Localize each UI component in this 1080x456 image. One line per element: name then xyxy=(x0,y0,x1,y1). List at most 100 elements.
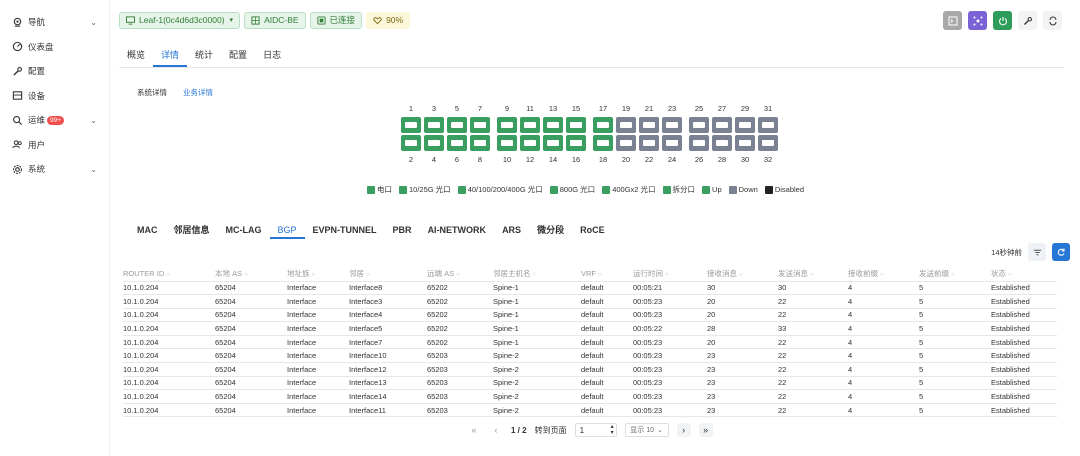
refresh-button[interactable] xyxy=(1052,243,1070,261)
column-header[interactable]: ROUTER ID ○ xyxy=(123,267,215,281)
port-20[interactable] xyxy=(616,135,636,151)
port-31[interactable] xyxy=(758,117,778,133)
port-24[interactable] xyxy=(662,135,682,151)
sort-icon[interactable]: ○ xyxy=(166,272,170,278)
port-2[interactable] xyxy=(401,135,421,151)
port-5[interactable] xyxy=(447,117,467,133)
tab-mc-lag[interactable]: MC-LAG xyxy=(218,221,270,239)
sidebar-item-config[interactable]: 配置 xyxy=(0,59,109,84)
tab-statistics[interactable]: 统计 xyxy=(187,44,221,67)
sort-icon[interactable]: ○ xyxy=(366,272,370,278)
sort-icon[interactable]: ○ xyxy=(880,272,884,278)
column-header[interactable]: 运行时间 ○ xyxy=(633,267,707,281)
column-header[interactable]: 邻居主机名 ↑ xyxy=(493,267,581,281)
port-23[interactable] xyxy=(662,117,682,133)
tab-mac[interactable]: MAC xyxy=(129,221,166,239)
port-1[interactable] xyxy=(401,117,421,133)
tab-ai-network[interactable]: AI-NETWORK xyxy=(420,221,495,239)
port-21[interactable] xyxy=(639,117,659,133)
sidebar-item-navigation[interactable]: 导航 ⌄ xyxy=(0,10,109,35)
table-row[interactable]: 10.1.0.204 65204 Interface Interface11 65203… xyxy=(123,402,1057,418)
port-18[interactable] xyxy=(593,135,613,151)
sidebar-item-users[interactable]: 用户 xyxy=(0,133,109,158)
tab-roce[interactable]: RoCE xyxy=(572,221,613,239)
sidebar-item-dashboard[interactable]: 仪表盘 xyxy=(0,35,109,60)
table-row[interactable]: 10.1.0.204 65204 Interface Interface7 65202 S… xyxy=(123,334,1057,349)
port-27[interactable] xyxy=(712,117,732,133)
table-row[interactable]: 10.1.0.204 65204 Interface Interface3 65202 S… xyxy=(123,294,1057,309)
port-6[interactable] xyxy=(447,135,467,151)
sidebar-item-devices[interactable]: 设备 xyxy=(0,84,109,109)
sort-icon[interactable]: ○ xyxy=(598,272,602,278)
sort-icon[interactable]: ○ xyxy=(244,272,248,278)
tab-details[interactable]: 详情 xyxy=(153,44,188,67)
port-11[interactable] xyxy=(520,117,540,133)
filter-button[interactable] xyxy=(1028,243,1046,261)
tab-micro-segment[interactable]: 微分段 xyxy=(529,221,572,239)
column-header[interactable]: 地址族 ○ xyxy=(287,267,349,281)
port-17[interactable] xyxy=(593,117,613,133)
column-header[interactable]: 发送消息 ○ xyxy=(778,267,848,281)
sort-icon[interactable]: ○ xyxy=(312,272,316,278)
port-3[interactable] xyxy=(424,117,444,133)
sidebar-item-system[interactable]: 系统 ⌄ xyxy=(0,157,109,182)
table-row[interactable]: 10.1.0.204 65204 Interface Interface8 65202 S… xyxy=(123,280,1057,295)
subtab-service-details[interactable]: 业务详情 xyxy=(177,85,219,100)
power-button[interactable] xyxy=(993,11,1012,30)
goto-page-input[interactable]: 1 ▴ ▾ xyxy=(574,423,617,437)
page-size-select[interactable]: 显示 10 ⌄ xyxy=(624,423,669,437)
last-page-button[interactable]: » xyxy=(698,423,713,437)
prev-page-button[interactable]: ‹ xyxy=(489,423,503,437)
sort-icon[interactable]: ○ xyxy=(456,272,460,278)
table-row[interactable]: 10.1.0.204 65204 Interface Interface5 65202 S… xyxy=(123,321,1057,336)
next-page-button[interactable]: › xyxy=(676,423,691,437)
column-header[interactable]: 发送前缀 ○ xyxy=(919,267,991,281)
table-row[interactable]: 10.1.0.204 65204 Interface Interface12 65203… xyxy=(123,362,1057,377)
port-29[interactable] xyxy=(735,117,755,133)
port-26[interactable] xyxy=(689,135,709,151)
sort-icon[interactable]: ↑ xyxy=(533,272,536,278)
table-row[interactable]: 10.1.0.204 65204 Interface Interface10 65203… xyxy=(123,348,1057,363)
sort-icon[interactable]: ○ xyxy=(1008,272,1012,278)
column-header[interactable]: 本地 AS ○ xyxy=(215,267,287,281)
table-row[interactable]: 10.1.0.204 65204 Interface Interface13 65203… xyxy=(123,375,1057,390)
port-28[interactable] xyxy=(712,135,732,151)
port-7[interactable] xyxy=(470,117,490,133)
tab-overview[interactable]: 概览 xyxy=(119,44,153,67)
column-header[interactable]: 接收消息 ○ xyxy=(707,267,778,281)
tab-evpn-tunnel[interactable]: EVPN-TUNNEL xyxy=(305,221,385,239)
sort-icon[interactable]: ○ xyxy=(665,272,669,278)
table-row[interactable]: 10.1.0.204 65204 Interface Interface14 65203… xyxy=(123,389,1057,404)
port-8[interactable] xyxy=(470,135,490,151)
tools-button[interactable] xyxy=(1018,11,1037,30)
column-header[interactable]: 接收前缀 ○ xyxy=(848,267,919,281)
port-32[interactable] xyxy=(758,135,778,151)
port-22[interactable] xyxy=(639,135,659,151)
tab-pbr[interactable]: PBR xyxy=(385,221,420,239)
tab-neighbors[interactable]: 邻居信息 xyxy=(166,221,218,239)
table-row[interactable]: 10.1.0.204 65204 Interface Interface4 65202 S… xyxy=(123,307,1057,322)
column-header[interactable]: 状态 ○ xyxy=(991,267,1057,281)
port-13[interactable] xyxy=(543,117,563,133)
tab-bgp[interactable]: BGP xyxy=(269,221,305,239)
sort-icon[interactable]: ○ xyxy=(739,272,743,278)
port-19[interactable] xyxy=(616,117,636,133)
port-30[interactable] xyxy=(735,135,755,151)
column-header[interactable]: VRF ○ xyxy=(581,267,633,281)
port-16[interactable] xyxy=(566,135,586,151)
device-selector[interactable]: Leaf-1(0c4d6d3c0000) ▾ xyxy=(119,11,241,29)
port-9[interactable] xyxy=(497,117,517,133)
port-10[interactable] xyxy=(497,135,517,151)
column-header[interactable]: 远端 AS ○ xyxy=(427,267,493,281)
sidebar-item-ops[interactable]: 运维 99+ ⌄ xyxy=(0,108,109,133)
sort-icon[interactable]: ○ xyxy=(810,272,814,278)
port-15[interactable] xyxy=(566,117,586,133)
port-4[interactable] xyxy=(424,135,444,151)
port-25[interactable] xyxy=(689,117,709,133)
tab-configuration[interactable]: 配置 xyxy=(221,44,255,67)
port-12[interactable] xyxy=(520,135,540,151)
subtab-system-details[interactable]: 系统详情 xyxy=(131,85,173,100)
first-page-button[interactable]: « xyxy=(467,423,481,437)
port-14[interactable] xyxy=(543,135,563,151)
sort-icon[interactable]: ○ xyxy=(951,272,955,278)
